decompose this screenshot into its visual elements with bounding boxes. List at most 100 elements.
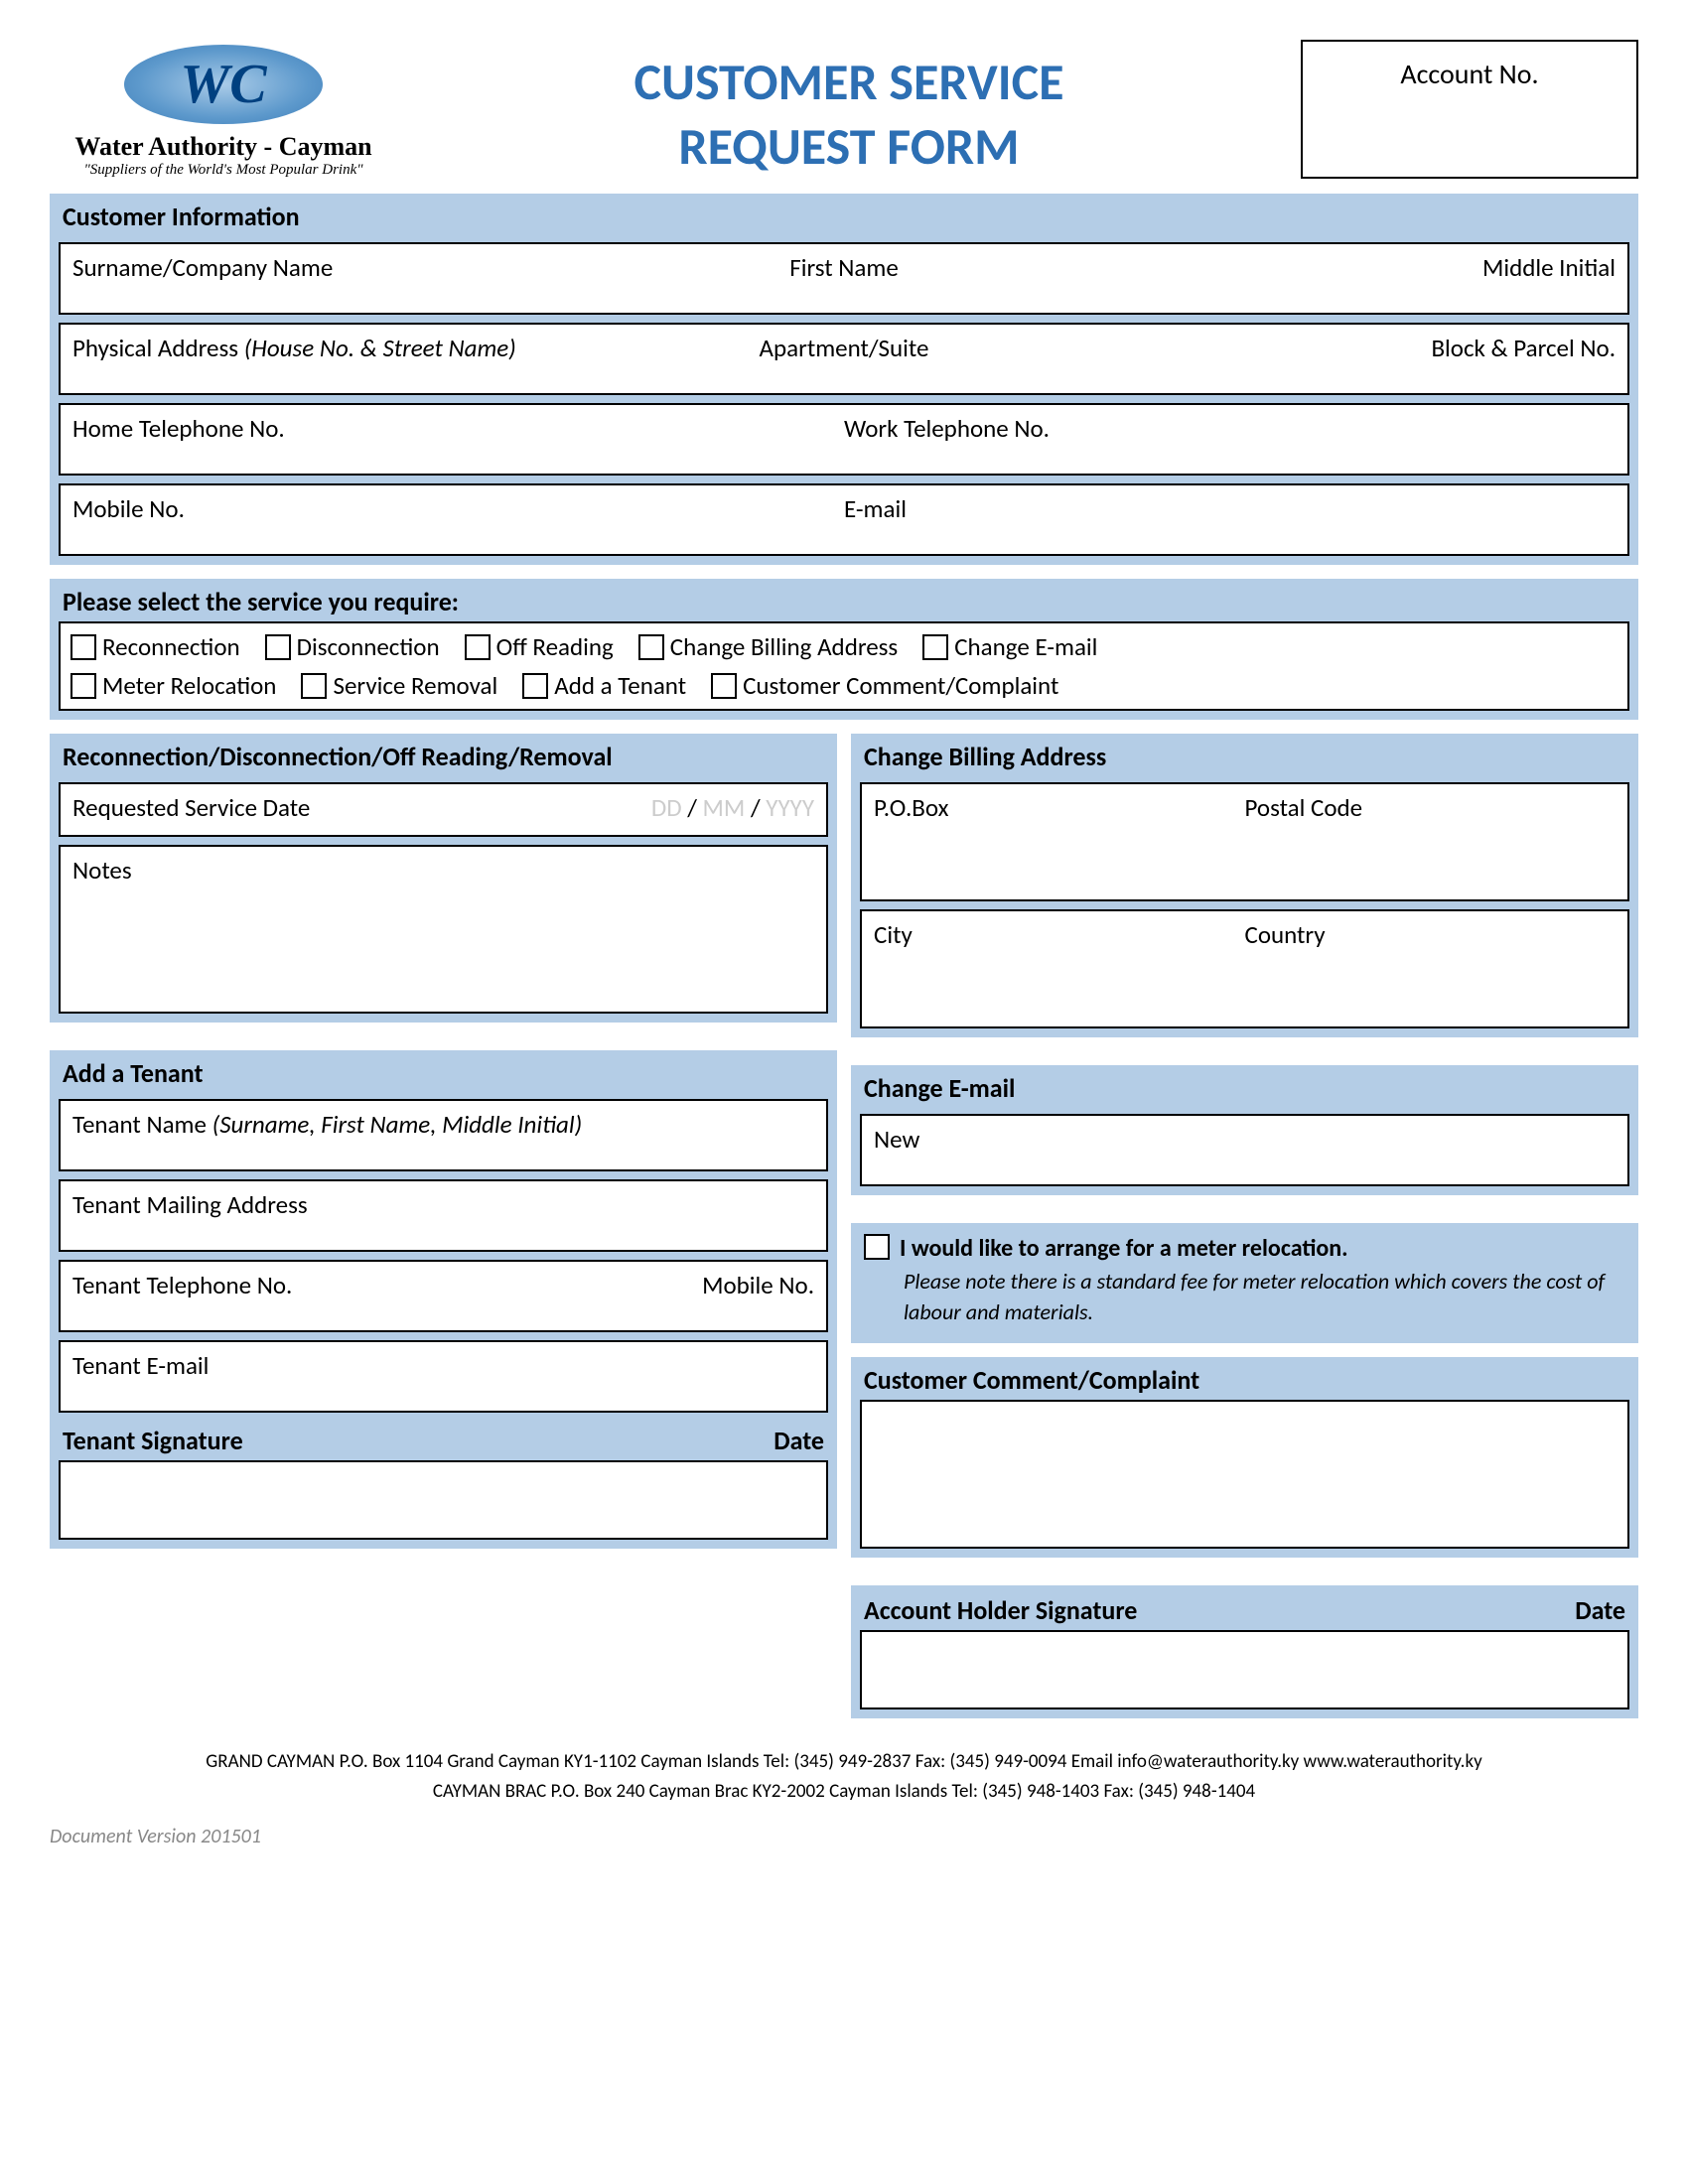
- checkbox-meter-relocation[interactable]: Meter Relocation: [70, 670, 276, 701]
- pobox-field[interactable]: P.O.Box Postal Code: [860, 782, 1629, 901]
- name-field[interactable]: Surname/Company Name First Name Middle I…: [59, 242, 1629, 315]
- header: WC Water Authority - Cayman "Suppliers o…: [50, 40, 1638, 179]
- middle-initial-label: Middle Initial: [1101, 252, 1616, 283]
- account-number-label: Account No.: [1400, 57, 1538, 91]
- country-label: Country: [1245, 919, 1617, 950]
- footer-line2: CAYMAN BRAC P.O. Box 240 Cayman Brac KY2…: [50, 1777, 1638, 1807]
- billing-heading: Change Billing Address: [854, 737, 1635, 776]
- service-date-heading: Reconnection/Disconnection/Off Reading/R…: [53, 737, 834, 776]
- logo-block: WC Water Authority - Cayman "Suppliers o…: [50, 40, 397, 179]
- title-line2: REQUEST FORM: [417, 114, 1281, 179]
- right-column: Change Billing Address P.O.Box Postal Co…: [851, 734, 1638, 1732]
- tenant-mobile-label: Mobile No.: [444, 1270, 815, 1300]
- account-signature-labels: Account Holder Signature Date: [854, 1588, 1635, 1626]
- mobile-label: Mobile No.: [72, 493, 844, 524]
- tenant-signature-label: Tenant Signature: [63, 1425, 774, 1456]
- account-signature-field[interactable]: [860, 1630, 1629, 1709]
- telephone-field[interactable]: Home Telephone No. Work Telephone No.: [59, 403, 1629, 476]
- tenant-signature-labels: Tenant Signature Date: [53, 1419, 834, 1456]
- new-email-label: New: [874, 1124, 919, 1155]
- home-tel-label: Home Telephone No.: [72, 413, 844, 444]
- checkbox-change-billing[interactable]: Change Billing Address: [638, 631, 898, 662]
- footer-line1: GRAND CAYMAN P.O. Box 1104 Grand Cayman …: [50, 1747, 1638, 1777]
- account-signature-panel: Account Holder Signature Date: [851, 1585, 1638, 1718]
- checkbox-complaint[interactable]: Customer Comment/Complaint: [711, 670, 1058, 701]
- account-number-field[interactable]: Account No.: [1301, 40, 1638, 179]
- checkbox-icon: [70, 634, 96, 660]
- address-label: Physical Address (House No. & Street Nam…: [72, 333, 587, 363]
- detail-columns: Reconnection/Disconnection/Off Reading/R…: [50, 734, 1638, 1732]
- tenant-heading: Add a Tenant: [53, 1053, 834, 1093]
- checkbox-reconnection[interactable]: Reconnection: [70, 631, 240, 662]
- logo-icon: WC: [124, 45, 323, 124]
- work-tel-label: Work Telephone No.: [844, 413, 1616, 444]
- date-placeholder: DD / MM / YYYY: [651, 792, 814, 823]
- checkbox-disconnection[interactable]: Disconnection: [265, 631, 440, 662]
- billing-panel: Change Billing Address P.O.Box Postal Co…: [851, 734, 1638, 1037]
- checkbox-change-email[interactable]: Change E-mail: [922, 631, 1097, 662]
- relocation-panel: I would like to arrange for a meter relo…: [851, 1223, 1638, 1343]
- checkbox-add-tenant[interactable]: Add a Tenant: [522, 670, 686, 701]
- checkbox-icon: [711, 673, 737, 699]
- contact-field[interactable]: Mobile No. E-mail: [59, 483, 1629, 556]
- tenant-panel: Add a Tenant Tenant Name (Surname, First…: [50, 1050, 837, 1549]
- service-date-panel: Reconnection/Disconnection/Off Reading/R…: [50, 734, 837, 1023]
- address-field[interactable]: Physical Address (House No. & Street Nam…: [59, 323, 1629, 395]
- requested-date-field[interactable]: Requested Service Date DD / MM / YYYY: [59, 782, 828, 837]
- page-title: CUSTOMER SERVICE REQUEST FORM: [417, 40, 1281, 179]
- tenant-mailing-label: Tenant Mailing Address: [72, 1189, 308, 1220]
- complaint-field[interactable]: [860, 1400, 1629, 1549]
- postal-label: Postal Code: [1245, 792, 1617, 823]
- block-parcel-label: Block & Parcel No.: [1101, 333, 1616, 363]
- tenant-signature-field[interactable]: [59, 1460, 828, 1540]
- apartment-label: Apartment/Suite: [587, 333, 1101, 363]
- opt-label: Service Removal: [333, 670, 497, 701]
- opt-label: Change E-mail: [954, 631, 1097, 662]
- new-email-field[interactable]: New: [860, 1114, 1629, 1186]
- customer-info-heading: Customer Information: [53, 197, 1635, 236]
- checkbox-icon: [465, 634, 491, 660]
- account-signature-date-label: Date: [1575, 1594, 1625, 1626]
- checkbox-icon: [265, 634, 291, 660]
- checkbox-icon: [522, 673, 548, 699]
- document-version: Document Version 201501: [50, 1825, 1638, 1848]
- tenant-phone-field[interactable]: Tenant Telephone No. Mobile No.: [59, 1260, 828, 1332]
- checkbox-icon: [70, 673, 96, 699]
- checkbox-off-reading[interactable]: Off Reading: [465, 631, 614, 662]
- relocation-label: I would like to arrange for a meter relo…: [900, 1234, 1348, 1263]
- opt-label: Change Billing Address: [670, 631, 898, 662]
- checkbox-service-removal[interactable]: Service Removal: [301, 670, 497, 701]
- surname-label: Surname/Company Name: [72, 252, 587, 283]
- title-line1: CUSTOMER SERVICE: [417, 50, 1281, 114]
- customer-info-panel: Customer Information Surname/Company Nam…: [50, 194, 1638, 565]
- opt-label: Disconnection: [297, 631, 440, 662]
- checkbox-icon: [638, 634, 664, 660]
- opt-label: Reconnection: [102, 631, 240, 662]
- email-label: E-mail: [844, 493, 1616, 524]
- checkbox-icon: [301, 673, 327, 699]
- tenant-signature-date-label: Date: [774, 1425, 824, 1456]
- org-name: Water Authority - Cayman: [50, 132, 397, 162]
- first-name-label: First Name: [587, 252, 1101, 283]
- complaint-heading: Customer Comment/Complaint: [854, 1360, 1635, 1400]
- tenant-mailing-field[interactable]: Tenant Mailing Address: [59, 1179, 828, 1252]
- opt-label: Off Reading: [496, 631, 614, 662]
- city-field[interactable]: City Country: [860, 909, 1629, 1028]
- opt-label: Customer Comment/Complaint: [743, 670, 1058, 701]
- change-email-panel: Change E-mail New: [851, 1065, 1638, 1195]
- pobox-label: P.O.Box: [874, 792, 1245, 823]
- complaint-panel: Customer Comment/Complaint: [851, 1357, 1638, 1558]
- checkbox-relocation-confirm[interactable]: [864, 1234, 890, 1260]
- service-select-panel: Please select the service you require: R…: [50, 579, 1638, 720]
- service-select-heading: Please select the service you require:: [53, 582, 1635, 621]
- change-email-heading: Change E-mail: [854, 1068, 1635, 1108]
- opt-label: Meter Relocation: [102, 670, 276, 701]
- notes-field[interactable]: Notes: [59, 845, 828, 1014]
- tenant-name-label: Tenant Name (Surname, First Name, Middle…: [72, 1109, 582, 1140]
- requested-date-label: Requested Service Date: [72, 792, 651, 823]
- city-label: City: [874, 919, 1245, 950]
- tenant-email-label: Tenant E-mail: [72, 1350, 209, 1381]
- relocation-note: Please note there is a standard fee for …: [904, 1267, 1625, 1328]
- tenant-name-field[interactable]: Tenant Name (Surname, First Name, Middle…: [59, 1099, 828, 1171]
- tenant-email-field[interactable]: Tenant E-mail: [59, 1340, 828, 1413]
